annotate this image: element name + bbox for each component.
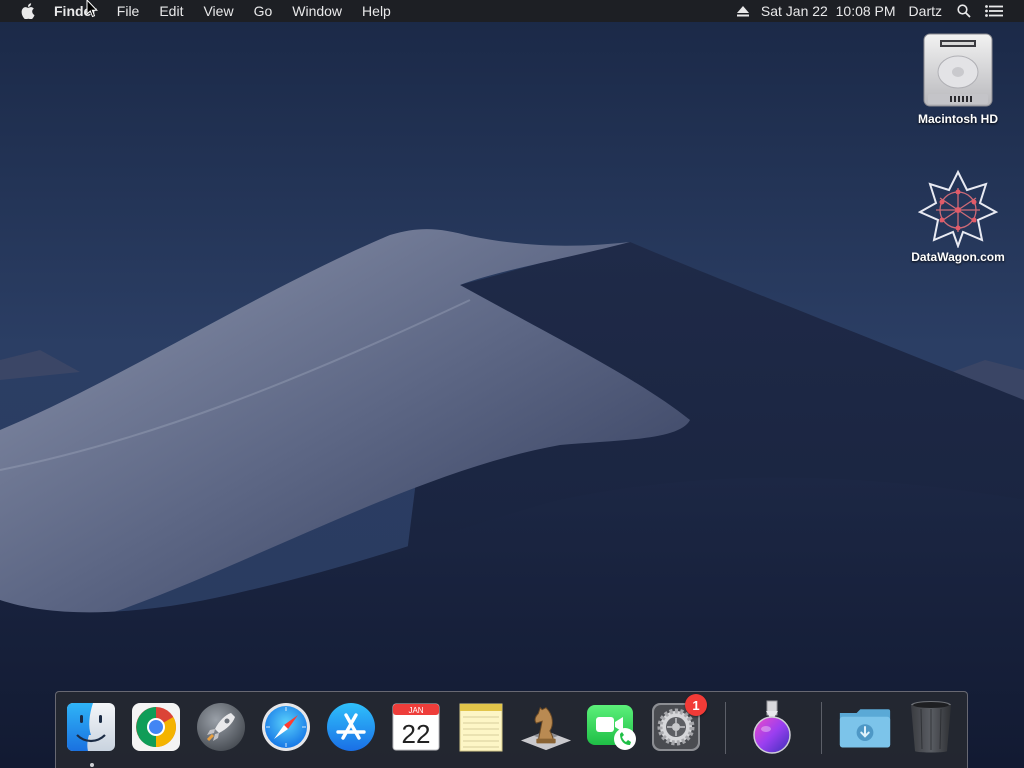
dock-item-finder[interactable] [64, 700, 118, 754]
safari-compass-icon [262, 703, 310, 751]
clock-datetime[interactable]: Sat Jan 22 10:08 PM [756, 0, 901, 22]
svg-text:22: 22 [402, 719, 431, 749]
dock: JAN 22 1 [55, 691, 968, 768]
dock-item-system-preferences[interactable]: 1 [649, 694, 707, 754]
menu-bar: Finder File Edit View Go Window Help Sat… [0, 0, 1024, 22]
desktop-wallpaper [0, 0, 1024, 768]
dock-item-notes[interactable] [454, 700, 508, 754]
desktop-icon-macintosh-hd[interactable]: Macintosh HD [898, 30, 1018, 126]
dock-item-launchpad[interactable] [194, 700, 248, 754]
menu-go[interactable]: Go [244, 0, 283, 22]
apple-menu-icon[interactable] [19, 0, 37, 22]
chrome-icon [132, 703, 180, 751]
spotlight-search-icon[interactable] [947, 0, 978, 22]
dock-item-calendar[interactable]: JAN 22 [389, 700, 443, 754]
finder-icon [67, 703, 115, 751]
datawagon-logo-icon [918, 168, 998, 248]
chess-knight-icon [520, 706, 572, 751]
desktop-icon-label: DataWagon.com [911, 250, 1005, 264]
svg-text:JAN: JAN [408, 706, 423, 715]
dock-item-facetime[interactable] [584, 700, 638, 754]
dock-item-safari[interactable] [259, 700, 313, 754]
dock-item-downloads[interactable] [838, 700, 892, 754]
dock-item-app-store[interactable] [324, 700, 378, 754]
dock-item-chrome[interactable] [129, 700, 183, 754]
facetime-icon [587, 705, 636, 750]
notes-icon [459, 703, 503, 752]
menu-edit[interactable]: Edit [149, 0, 193, 22]
dock-item-installer[interactable] [745, 700, 799, 754]
app-store-icon [327, 703, 375, 751]
eject-icon[interactable] [730, 0, 756, 22]
running-indicator [90, 763, 94, 767]
menu-window[interactable]: Window [282, 0, 352, 22]
dock-item-trash[interactable] [904, 700, 958, 754]
menu-file[interactable]: File [107, 0, 150, 22]
desktop-icon-label: Macintosh HD [917, 112, 998, 126]
notification-badge: 1 [685, 694, 707, 716]
menu-app-finder[interactable]: Finder [54, 0, 107, 22]
hard-drive-icon [918, 30, 998, 110]
menu-help[interactable]: Help [352, 0, 401, 22]
trash-icon [911, 701, 951, 753]
menu-view[interactable]: View [193, 0, 243, 22]
dock-separator [725, 702, 726, 754]
launchpad-rocket-icon [197, 703, 245, 751]
notification-center-icon[interactable] [978, 0, 1010, 22]
installer-flask-icon [753, 700, 791, 754]
dock-separator [821, 702, 822, 754]
user-name[interactable]: Dartz [901, 0, 947, 22]
dock-item-chess[interactable] [519, 700, 573, 754]
mouse-cursor-icon [86, 0, 98, 18]
calendar-icon: JAN 22 [392, 703, 440, 751]
desktop-icon-datawagon[interactable]: DataWagon.com [898, 168, 1018, 264]
downloads-folder-icon [839, 709, 891, 748]
